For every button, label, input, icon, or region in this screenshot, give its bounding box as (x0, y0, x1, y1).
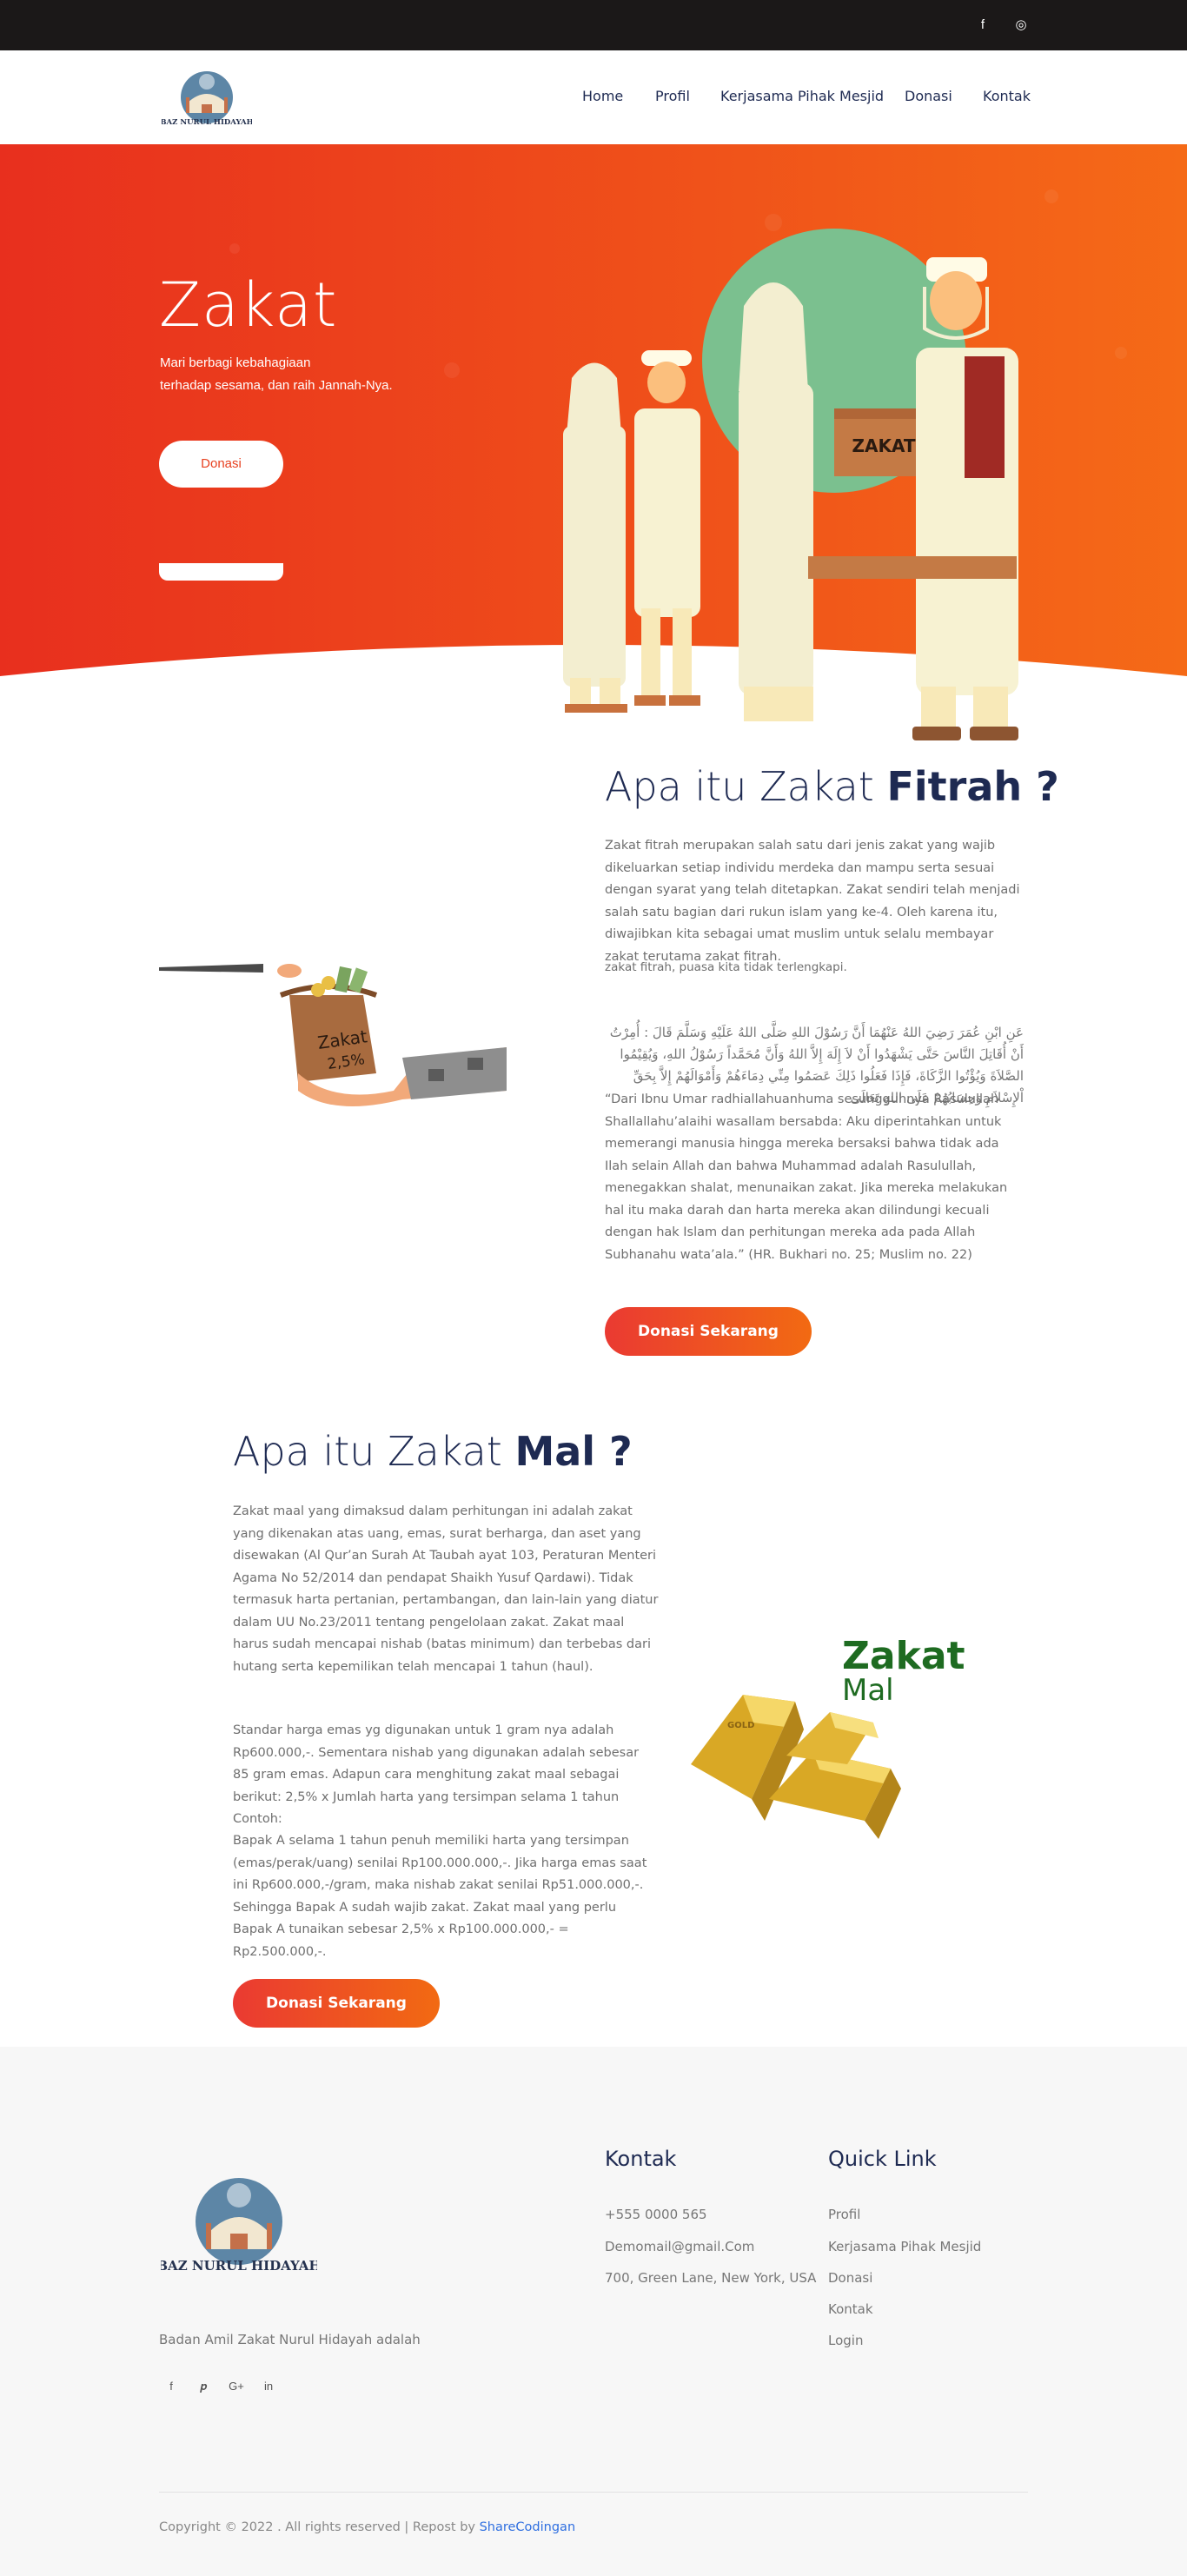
gold-title-1: Zakat (842, 1634, 965, 1678)
google-plus-icon[interactable]: G+ (228, 2380, 245, 2393)
facebook-icon[interactable]: f (974, 17, 991, 34)
fitrah-overflow-text: zakat fitrah, puasa kita tidak terlengka… (605, 960, 847, 974)
fitrah-title-normal: Apa itu Zakat (605, 763, 887, 810)
hero-subtitle-line2: terhadap sesama, dan raih Jannah-Nya. (160, 378, 393, 393)
nav-profil[interactable]: Profil (655, 88, 690, 104)
mal-paragraph-3: Bapak A selama 1 tahun penuh memiliki ha… (233, 1834, 647, 1959)
copyright-link[interactable]: ShareCodingan (480, 2520, 576, 2534)
footer-divider (159, 2492, 1028, 2493)
mal-title-normal: Apa itu Zakat (233, 1428, 515, 1475)
footer-link-kerjasama[interactable]: Kerjasama Pihak Mesjid (828, 2239, 981, 2254)
footer (0, 2047, 1187, 2576)
fitrah-paragraph: Zakat fitrah merupakan salah satu dari j… (605, 839, 1020, 964)
footer-quicklink-title: Quick Link (828, 2147, 937, 2171)
mal-donasi-button[interactable]: Donasi Sekarang (233, 1979, 440, 2028)
footer-link-donasi[interactable]: Donasi (828, 2270, 872, 2286)
hero-donasi-button[interactable]: Donasi (159, 441, 283, 488)
nav-home[interactable]: Home (582, 88, 623, 104)
hero-decor-bar (159, 563, 283, 581)
fitrah-donasi-button[interactable]: Donasi Sekarang (605, 1307, 812, 1356)
zakat-bag-illustration: Zakat 2,5% (159, 964, 507, 1106)
mal-paragraph-2: Standar harga emas yg digunakan untuk 1 … (233, 1723, 640, 1804)
hero-subtitle: Mari berbagi kebahagiaan terhadap sesama… (160, 352, 438, 397)
mal-paragraph-1: Zakat maal yang dimaksud dalam perhitung… (233, 1504, 659, 1674)
copyright-text: Copyright © 2022 . All rights reserved |… (159, 2520, 480, 2534)
nav-kontak[interactable]: Kontak (983, 88, 1031, 104)
footer-address: 700, Green Lane, New York, USA (605, 2270, 817, 2286)
gold-bars-image: Zakat Mal GOLD (691, 1634, 965, 1839)
gold-title-2: Mal (842, 1673, 894, 1708)
instagram-icon[interactable]: ◎ (1012, 17, 1030, 34)
site-logo[interactable]: BAZ NURUL HIDAYAH (162, 70, 252, 129)
footer-logo-text: BAZ NURUL HIDAYAH (161, 2258, 317, 2274)
footer-kontak-title: Kontak (605, 2147, 677, 2171)
pinterest-icon[interactable]: 𝒑 (195, 2380, 212, 2393)
nav-kerjasama[interactable]: Kerjasama Pihak Mesjid (720, 88, 884, 104)
footer-logo[interactable]: BAZ NURUL HIDAYAH (161, 2176, 317, 2281)
footer-about: Badan Amil Zakat Nurul Hidayah adalah (159, 2332, 421, 2347)
mal-contoh-label: Contoh: (233, 1812, 282, 1826)
footer-phone[interactable]: +555 0000 565 (605, 2207, 707, 2222)
facebook-icon[interactable]: f (162, 2380, 180, 2393)
nav-donasi[interactable]: Donasi (905, 88, 952, 104)
mal-title-bold: Mal ? (514, 1428, 633, 1475)
logo-text: BAZ NURUL HIDAYAH (162, 118, 252, 127)
hero-subtitle-line1: Mari berbagi kebahagiaan (160, 355, 311, 370)
linkedin-icon[interactable]: in (260, 2380, 277, 2393)
footer-link-profil[interactable]: Profil (828, 2207, 860, 2222)
zakat-giving-illustration: ZAKAT (563, 229, 1018, 740)
box-label: ZAKAT (852, 435, 915, 456)
mal-title: Apa itu Zakat Mal ? (233, 1428, 633, 1475)
footer-link-kontak[interactable]: Kontak (828, 2301, 873, 2317)
hadith-translation: “Dari Ibnu Umar radhiallahuanhuma sesung… (605, 1092, 1008, 1262)
gold-bar-label: GOLD (727, 1721, 754, 1730)
fitrah-title: Apa itu Zakat Fitrah ? (605, 763, 1059, 810)
fitrah-title-bold: Fitrah ? (886, 763, 1059, 810)
copyright: Copyright © 2022 . All rights reserved |… (159, 2520, 575, 2534)
footer-email[interactable]: Demomail@gmail.Com (605, 2239, 754, 2254)
top-bar: f ◎ (0, 0, 1187, 50)
footer-link-login[interactable]: Login (828, 2333, 863, 2348)
hero-title: Zakat (159, 269, 338, 341)
